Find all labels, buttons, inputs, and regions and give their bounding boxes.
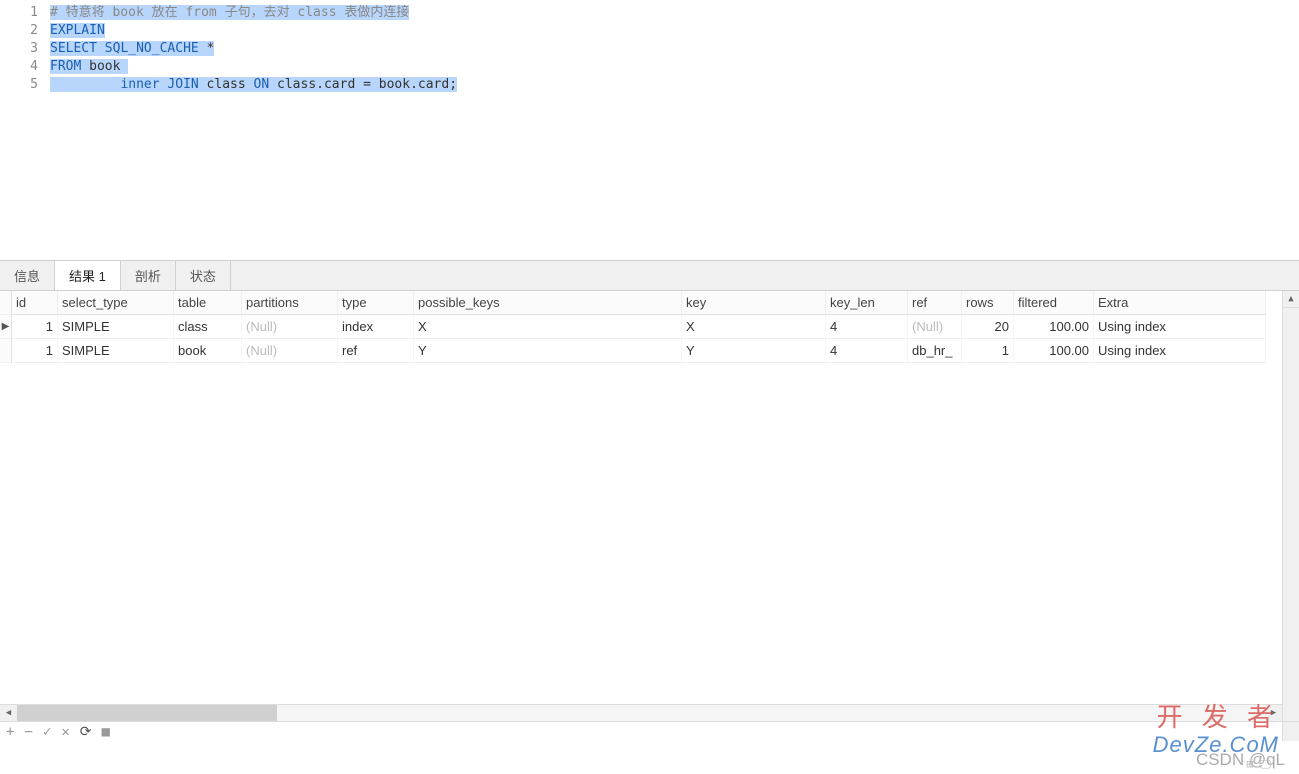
kw-from: FROM [50, 59, 81, 74]
cell-filtered[interactable]: 100.00 [1014, 315, 1094, 339]
cell-type[interactable]: index [338, 315, 414, 339]
code-area[interactable]: # 特意将 book 放在 from 子句，去对 class 表做内连接 EXP… [50, 0, 1299, 260]
result-tabs: 信息 结果 1 剖析 状态 [0, 260, 1299, 291]
kw-explain: EXPLAIN [50, 23, 105, 38]
line-num: 3 [0, 40, 38, 58]
cell-possible_keys[interactable]: X [414, 315, 682, 339]
code-line-3: SELECT SQL_NO_CACHE * [50, 40, 1299, 58]
pad [50, 77, 120, 92]
refresh-button[interactable]: ⟳ [80, 724, 92, 740]
watermark-kfz: 开 发 者 [1157, 697, 1279, 734]
cell-key[interactable]: X [682, 315, 826, 339]
tab-analysis[interactable]: 剖析 [121, 261, 176, 290]
cell-key[interactable]: Y [682, 339, 826, 363]
col-header-key_len[interactable]: key_len [826, 291, 908, 315]
delete-row-button[interactable]: − [24, 724, 32, 740]
cell-table[interactable]: book [174, 339, 242, 363]
row-header-corner [0, 291, 12, 315]
results-toolbar: + − ✓ ✕ ⟳ ■ [0, 721, 1299, 741]
tab-info[interactable]: 信息 [0, 261, 55, 290]
ident-book: book [81, 59, 128, 74]
col-header-partitions[interactable]: partitions [242, 291, 338, 315]
scroll-left-icon[interactable]: ◀ [0, 705, 17, 721]
line-gutter: 1 2 3 4 5 [0, 0, 50, 260]
cell-possible_keys[interactable]: Y [414, 339, 682, 363]
row-header[interactable] [0, 339, 12, 363]
col-header-Extra[interactable]: Extra [1094, 291, 1266, 315]
line-num: 1 [0, 4, 38, 22]
tab-result-1[interactable]: 结果 1 [55, 261, 121, 290]
cell-Extra[interactable]: Using index [1094, 339, 1266, 363]
cell-select_type[interactable]: SIMPLE [58, 339, 174, 363]
form-view-icon[interactable]: 🖵 [1259, 757, 1271, 772]
kw-nocache: SQL_NO_CACHE [105, 41, 199, 56]
watermark-csdn: CSDN @qL [1196, 750, 1285, 770]
ident-class: class [199, 77, 254, 92]
cell-partitions[interactable]: (Null) [242, 315, 338, 339]
cell-key_len[interactable]: 4 [826, 339, 908, 363]
cancel-button[interactable]: ✕ [61, 724, 69, 740]
col-header-rows[interactable]: rows [962, 291, 1014, 315]
cell-ref[interactable]: db_hr_ [908, 339, 962, 363]
cell-id[interactable]: 1 [12, 315, 58, 339]
cell-Extra[interactable]: Using index [1094, 315, 1266, 339]
row-header[interactable]: ▶ [0, 315, 12, 339]
col-header-filtered[interactable]: filtered [1014, 291, 1094, 315]
kw-select: SELECT [50, 41, 97, 56]
cell-id[interactable]: 1 [12, 339, 58, 363]
tab-status[interactable]: 状态 [176, 261, 231, 290]
code-line-4: FROM book [50, 58, 1299, 76]
cell-filtered[interactable]: 100.00 [1014, 339, 1094, 363]
code-line-1: # 特意将 book 放在 from 子句，去对 class 表做内连接 [50, 4, 1299, 22]
current-row-icon: ▶ [2, 321, 10, 332]
results-grid[interactable]: idselect_typetablepartitionstypepossible… [0, 291, 1299, 363]
comment-text: # 特意将 book 放在 from 子句，去对 class 表做内连接 [50, 5, 409, 20]
on-cond: class.card = book.card; [269, 77, 457, 92]
cell-select_type[interactable]: SIMPLE [58, 315, 174, 339]
col-header-key[interactable]: key [682, 291, 826, 315]
line-num: 5 [0, 76, 38, 94]
scroll-up-icon[interactable]: ▲ [1283, 291, 1299, 308]
col-header-ref[interactable]: ref [908, 291, 962, 315]
code-line-2: EXPLAIN [50, 22, 1299, 40]
grid-view-icon[interactable]: ⊞ [1246, 757, 1253, 772]
kw-on: ON [254, 77, 270, 92]
cell-partitions[interactable]: (Null) [242, 339, 338, 363]
cell-rows[interactable]: 1 [962, 339, 1014, 363]
col-header-type[interactable]: type [338, 291, 414, 315]
kw-inner: inner [120, 77, 159, 92]
star: * [199, 41, 215, 56]
line-num: 4 [0, 58, 38, 76]
scroll-track[interactable] [17, 705, 1265, 721]
results-panel: idselect_typetablepartitionstypepossible… [0, 291, 1299, 741]
line-num: 2 [0, 22, 38, 40]
apply-button[interactable]: ✓ [43, 724, 51, 740]
scrollbar-vertical[interactable]: ▲ [1282, 291, 1299, 741]
status-icons: ⊞ 🖵 [1246, 757, 1271, 772]
col-header-id[interactable]: id [12, 291, 58, 315]
cell-table[interactable]: class [174, 315, 242, 339]
scroll-thumb[interactable] [17, 705, 277, 721]
cell-rows[interactable]: 20 [962, 315, 1014, 339]
cell-key_len[interactable]: 4 [826, 315, 908, 339]
cell-type[interactable]: ref [338, 339, 414, 363]
cell-ref[interactable]: (Null) [908, 315, 962, 339]
col-header-table[interactable]: table [174, 291, 242, 315]
sql-editor[interactable]: 1 2 3 4 5 # 特意将 book 放在 from 子句，去对 class… [0, 0, 1299, 260]
stop-button[interactable]: ■ [101, 724, 109, 740]
code-line-5: inner JOIN class ON class.card = book.ca… [50, 76, 1299, 94]
col-header-select_type[interactable]: select_type [58, 291, 174, 315]
kw-join: JOIN [167, 77, 198, 92]
scrollbar-horizontal[interactable]: ◀ ▶ [0, 704, 1282, 721]
add-row-button[interactable]: + [6, 724, 14, 740]
col-header-possible_keys[interactable]: possible_keys [414, 291, 682, 315]
